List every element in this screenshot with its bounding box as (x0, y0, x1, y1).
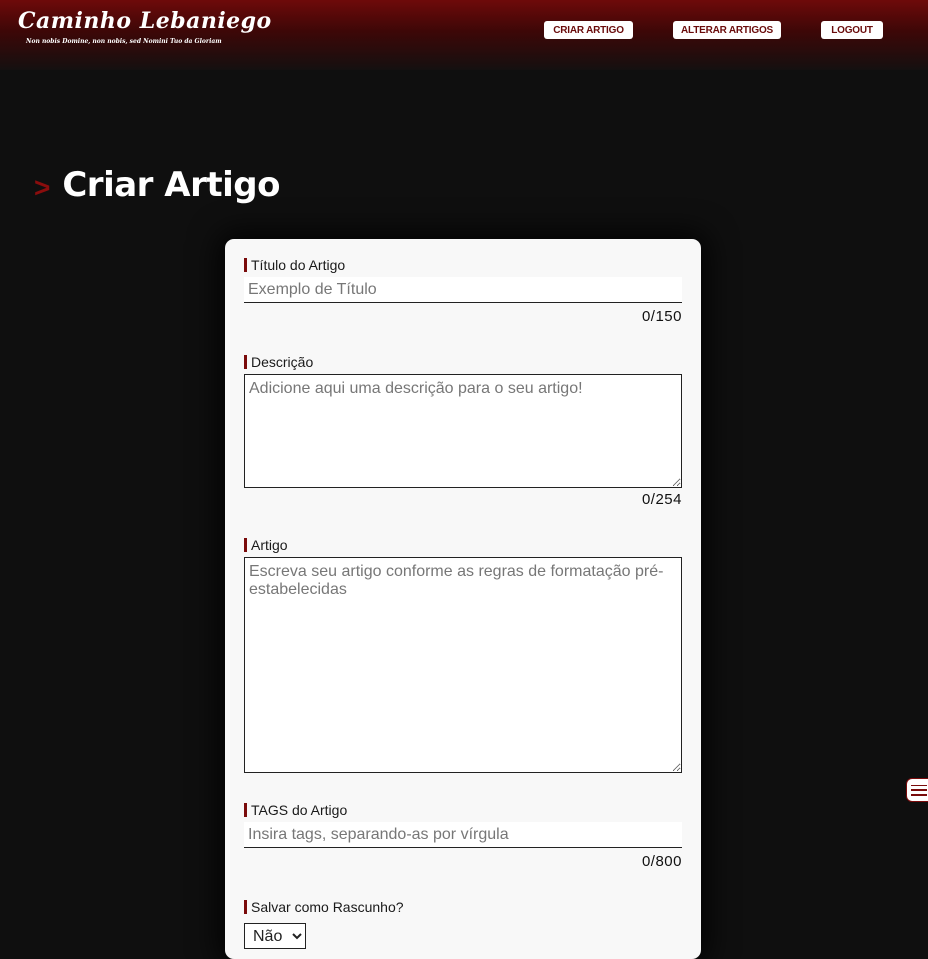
logo-title[interactable]: Caminho Lebaniego (18, 8, 272, 34)
page-title: Criar Artigo (62, 165, 280, 205)
article-form-card: Título do Artigo 0/150 Descrição 0/254 A… (225, 239, 701, 959)
description-char-counter: 0/254 (641, 491, 682, 508)
edit-articles-button[interactable]: ALTERAR ARTIGOS (673, 21, 781, 39)
title-char-counter: 0/150 (641, 308, 682, 325)
page-heading: > Criar Artigo (34, 165, 280, 205)
logout-button[interactable]: LOGOUT (821, 21, 883, 39)
hamburger-menu-icon (911, 784, 927, 796)
create-article-button[interactable]: CRIAR ARTIGO (544, 21, 633, 39)
description-label: Descrição (244, 355, 313, 369)
draft-select[interactable]: Não (244, 923, 306, 949)
tags-input[interactable] (244, 822, 682, 848)
article-label: Artigo (244, 538, 288, 552)
draft-label: Salvar como Rascunho? (244, 900, 404, 914)
side-menu-toggle[interactable] (906, 778, 928, 802)
title-input[interactable] (244, 277, 682, 303)
logo-motto: Non nobis Domine, non nobis, sed Nomini … (26, 38, 222, 45)
site-header: Caminho Lebaniego Non nobis Domine, non … (0, 0, 928, 70)
tags-label: TAGS do Artigo (244, 803, 347, 817)
description-textarea[interactable] (244, 374, 682, 488)
chevron-right-icon: > (34, 172, 51, 203)
article-textarea[interactable] (244, 557, 682, 773)
title-label: Título do Artigo (244, 258, 345, 272)
tags-char-counter: 0/800 (641, 853, 682, 870)
